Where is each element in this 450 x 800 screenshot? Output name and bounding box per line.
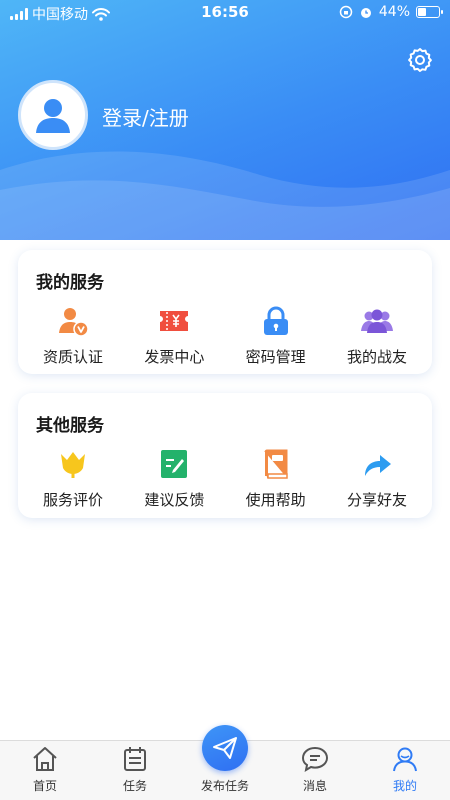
service-item-comrades[interactable]: 我的战友 [332,304,422,367]
certification-icon [59,308,89,337]
section-title: 我的服务 [36,273,104,293]
section-title: 其他服务 [36,416,104,436]
tab-tasks[interactable]: 任务 [90,741,180,800]
battery-percent: 44% [378,4,410,20]
home-icon [33,747,57,771]
publish-task-button[interactable] [202,725,248,771]
service-label: 服务评价 [42,491,103,509]
tab-publish-task[interactable]: 发布任务 [180,725,270,800]
task-icon [124,747,146,771]
bottom-tab-bar: 首页 任务 发布任务 消息 我的 [0,725,450,800]
team-icon [360,309,393,333]
service-label: 资质认证 [42,348,103,366]
send-icon [213,737,237,759]
service-label: 使用帮助 [245,491,306,509]
share-icon [364,455,391,476]
profile-header: 中国移动 16:56 44% 登录/注册 [0,0,450,240]
service-item-feedback[interactable]: 建议反馈 [129,447,219,510]
help-book-icon [264,449,288,479]
service-item-help[interactable]: 使用帮助 [231,447,321,510]
service-label: 发票中心 [144,348,205,366]
lock-icon [263,306,288,335]
service-item-invoice[interactable]: 发票中心 [129,304,219,367]
service-label: 我的战友 [346,348,407,366]
service-label: 分享好友 [346,491,407,509]
tab-messages[interactable]: 消息 [270,741,360,800]
service-label: 建议反馈 [144,491,205,509]
invoice-icon [160,311,189,331]
status-bar: 中国移动 16:56 44% [0,0,450,26]
profile-icon [393,747,417,772]
tab-mine[interactable]: 我的 [360,741,450,800]
rotation-lock-icon [339,5,353,19]
service-label: 密码管理 [245,348,306,366]
tab-label: 首页 [32,779,57,793]
tab-label: 消息 [302,779,327,793]
battery-icon [416,6,443,18]
alarm-icon [360,8,371,18]
service-item-rating[interactable]: 服务评价 [28,447,118,510]
service-item-share[interactable]: 分享好友 [332,447,422,510]
avatar[interactable] [18,80,88,150]
tab-label: 任务 [122,779,147,793]
user-avatar-icon [36,99,70,133]
message-icon [301,746,329,773]
tab-label: 发布任务 [200,779,249,793]
feedback-icon [161,450,188,478]
login-register-link[interactable]: 登录/注册 [102,102,189,131]
settings-gear-icon[interactable] [406,46,434,74]
tulip-icon [61,452,85,478]
tab-home[interactable]: 首页 [0,741,90,800]
my-services-card: 我的服务 资质认证 发票中心 密码管理 我的战友 [18,250,432,374]
other-services-card: 其他服务 服务评价 建议反馈 使用帮助 分享好友 [18,393,432,518]
service-item-certification[interactable]: 资质认证 [28,304,118,367]
service-item-password[interactable]: 密码管理 [231,304,321,367]
tab-label: 我的 [392,779,417,793]
